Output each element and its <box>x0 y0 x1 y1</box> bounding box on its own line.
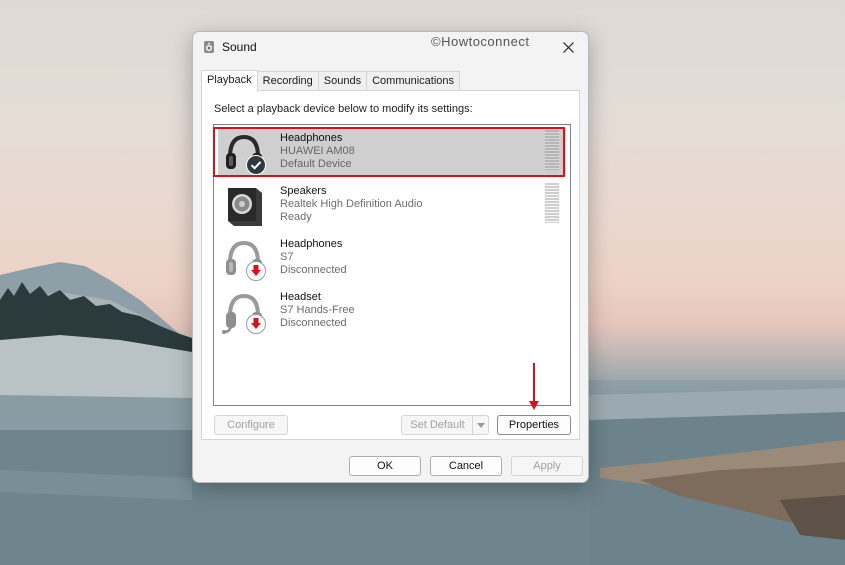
device-status: Ready <box>280 211 312 223</box>
chevron-down-icon <box>476 422 485 428</box>
tab-recording[interactable]: Recording <box>256 71 319 91</box>
set-default-dropdown-button[interactable] <box>472 415 489 435</box>
tab-strip: Playback Recording Sounds Communications <box>201 70 461 92</box>
cancel-button[interactable]: Cancel <box>430 456 502 476</box>
device-model: Realtek High Definition Audio <box>280 198 423 210</box>
instruction-text: Select a playback device below to modify… <box>214 103 473 115</box>
device-name: Speakers <box>280 185 327 197</box>
device-name: Headset <box>280 291 321 303</box>
apply-button[interactable]: Apply <box>511 456 583 476</box>
device-text: Headphones S7 Disconnected <box>280 238 347 277</box>
device-item-headset-s7[interactable]: Headset S7 Hands-Free Disconnected <box>218 287 566 335</box>
close-icon <box>562 41 574 53</box>
tab-sounds[interactable]: Sounds <box>317 71 368 91</box>
device-status: Disconnected <box>280 317 347 329</box>
speaker-icon <box>228 188 262 226</box>
sound-dialog: Sound ©Howtoconnect Playback Recording S… <box>192 31 589 483</box>
set-default-button[interactable]: Set Default <box>401 415 473 435</box>
playback-panel: Select a playback device below to modify… <box>201 90 580 440</box>
disconnected-arrow-icon <box>246 314 266 334</box>
disconnected-arrow-icon <box>246 261 266 281</box>
device-item-speakers[interactable]: Speakers Realtek High Definition Audio R… <box>218 181 566 229</box>
device-model: S7 Hands-Free <box>280 304 355 316</box>
device-status: Disconnected <box>280 264 347 276</box>
device-name: Headphones <box>280 238 343 250</box>
configure-button[interactable]: Configure <box>214 415 288 435</box>
tab-communications[interactable]: Communications <box>366 71 461 91</box>
properties-button[interactable]: Properties <box>497 415 571 435</box>
window-title: Sound <box>222 40 257 54</box>
device-text: Headset S7 Hands-Free Disconnected <box>280 291 355 330</box>
close-button[interactable] <box>554 35 582 59</box>
volume-level-meter <box>545 183 559 223</box>
annotation-arrow-line <box>533 363 535 403</box>
speaker-app-icon <box>204 41 214 53</box>
default-device-check-icon <box>246 155 266 175</box>
device-status: Default Device <box>280 158 352 170</box>
device-item-headphones-s7[interactable]: Headphones S7 Disconnected <box>218 234 566 282</box>
device-name: Headphones <box>280 132 343 144</box>
volume-level-meter <box>545 130 559 170</box>
ok-button[interactable]: OK <box>349 456 421 476</box>
device-item-headphones-huawei[interactable]: Headphones HUAWEI AM08 Default Device <box>218 128 566 176</box>
device-model: HUAWEI AM08 <box>280 145 355 157</box>
title-bar: Sound ©Howtoconnect <box>193 32 588 62</box>
tab-playback[interactable]: Playback <box>201 70 258 92</box>
device-text: Headphones HUAWEI AM08 Default Device <box>280 132 355 171</box>
device-list[interactable]: Headphones HUAWEI AM08 Default Device Sp… <box>213 124 571 406</box>
device-text: Speakers Realtek High Definition Audio R… <box>280 185 422 224</box>
annotation-arrow-head <box>529 401 539 410</box>
watermark-text: ©Howtoconnect <box>431 34 530 49</box>
device-model: S7 <box>280 251 294 263</box>
